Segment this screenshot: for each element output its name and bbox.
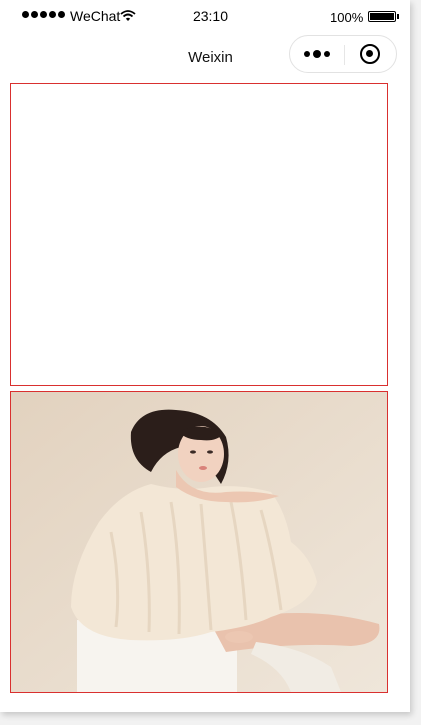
battery-percentage: 100%	[330, 10, 364, 25]
photo-frame	[10, 391, 388, 693]
mini-program-capsule	[289, 35, 397, 73]
battery-icon	[368, 11, 399, 22]
empty-image-frame	[10, 83, 388, 386]
model-photo	[11, 392, 387, 692]
record-close-icon[interactable]	[360, 44, 380, 64]
phone-screen: WeChat 23:10 100% Weixin	[0, 0, 410, 712]
more-dots-icon[interactable]	[304, 46, 330, 62]
capsule-divider	[344, 45, 345, 65]
status-bar: WeChat 23:10 100%	[0, 0, 410, 34]
